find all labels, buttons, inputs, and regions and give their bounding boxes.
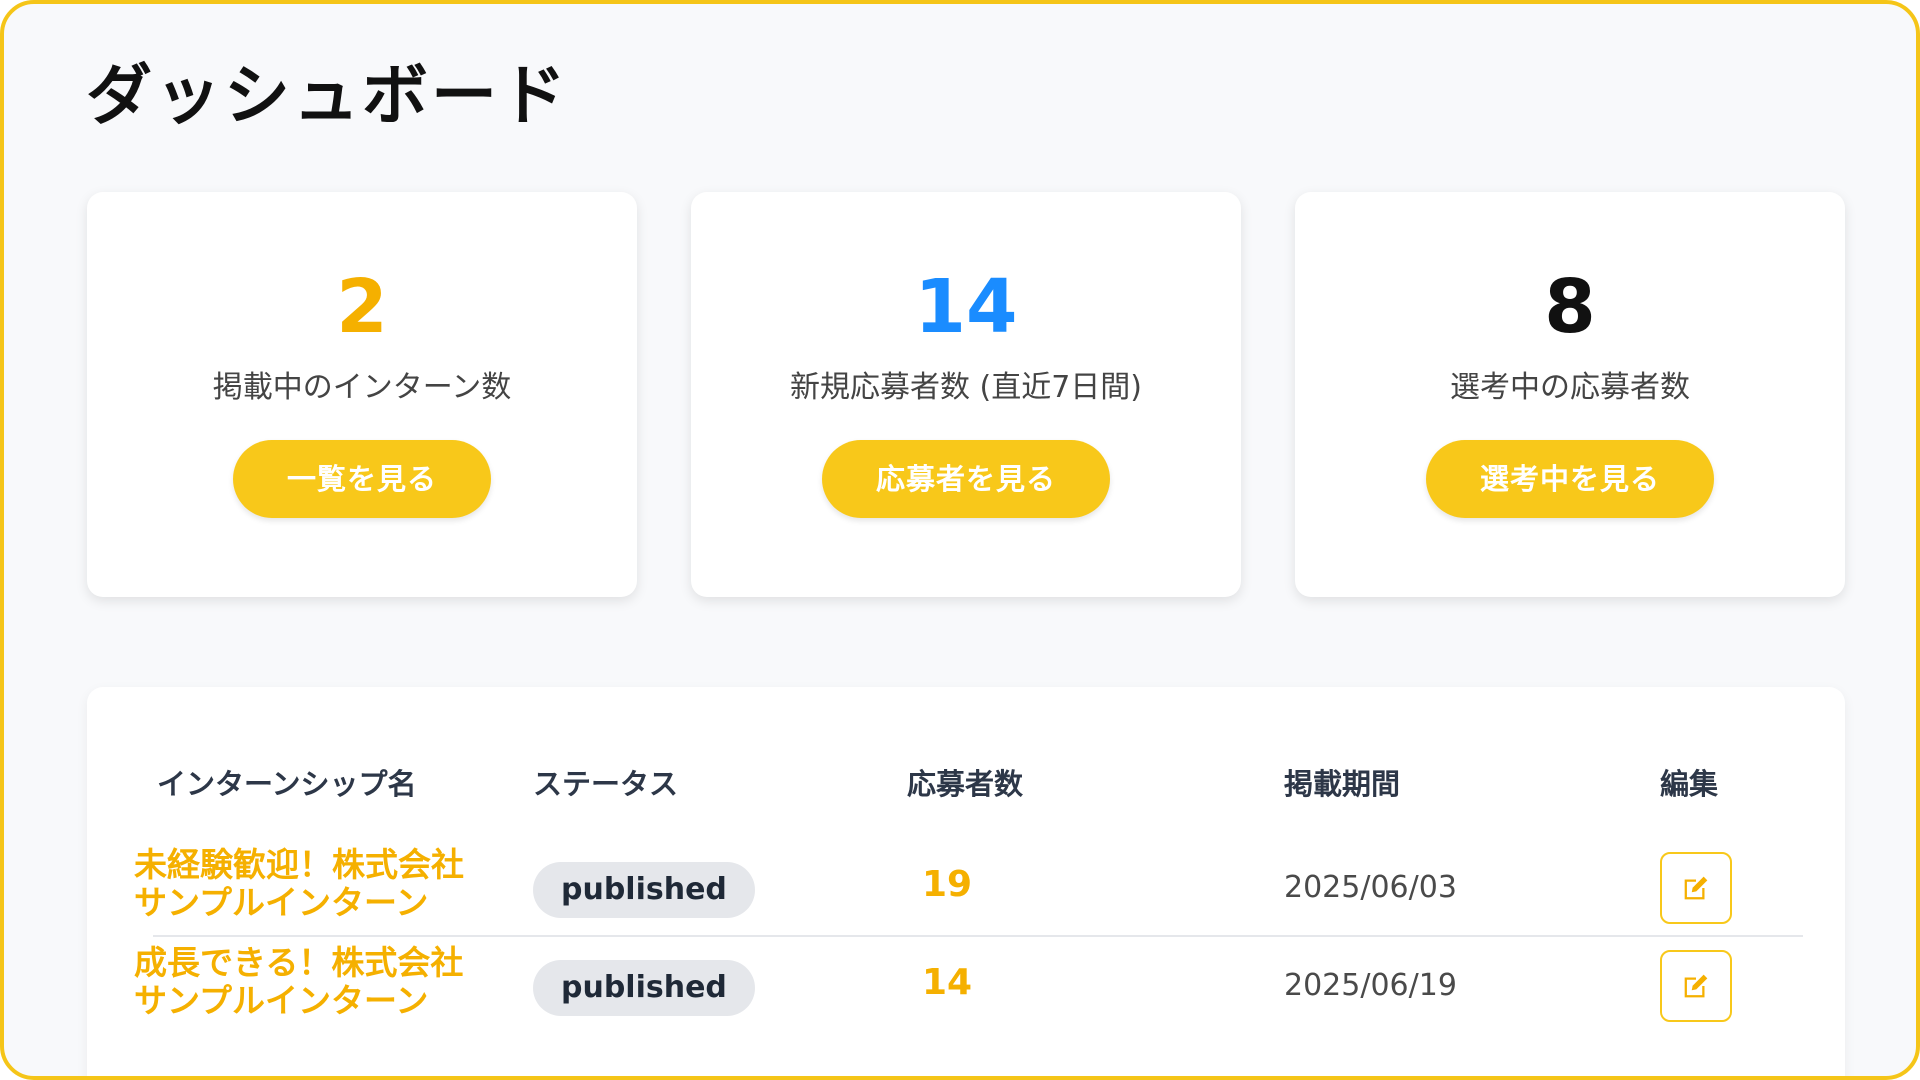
stat-card-internships: 2 掲載中のインターン数 一覧を見る <box>87 192 637 597</box>
stat-card-new-applicants: 14 新規応募者数 (直近7日間) 応募者を見る <box>691 192 1241 597</box>
stat-value: 14 <box>914 264 1018 350</box>
row-divider <box>153 935 1803 937</box>
edit-button[interactable] <box>1660 852 1732 924</box>
stat-value: 2 <box>336 264 388 350</box>
table-row: 未経験歓迎！株式会社 サンプルインターン published 19 2025/0… <box>87 842 1845 938</box>
edit-icon <box>1684 974 1708 998</box>
internship-name-line: サンプルインターン <box>134 883 429 922</box>
applicant-count: 14 <box>921 962 973 1003</box>
internship-name-link[interactable]: 未経験歓迎！株式会社 サンプルインターン <box>134 846 534 922</box>
internship-name-link[interactable]: 成長できる！株式会社 サンプルインターン <box>134 944 534 1020</box>
page-title: ダッシュボード <box>86 57 569 134</box>
header-applicants: 応募者数 <box>907 767 1024 801</box>
internship-name-line: 成長できる！株式会社 <box>134 943 464 982</box>
status-badge: published <box>533 862 755 918</box>
header-edit: 編集 <box>1660 767 1719 801</box>
stat-label: 選考中の応募者数 <box>1450 370 1690 405</box>
stat-card-screening: 8 選考中の応募者数 選考中を見る <box>1295 192 1845 597</box>
status-badge: published <box>533 960 755 1016</box>
posting-date: 2025/06/03 <box>1284 870 1457 905</box>
internship-table: インターンシップ名 ステータス 応募者数 掲載期間 編集 未経験歓迎！株式会社 … <box>87 687 1845 1076</box>
posting-date: 2025/06/19 <box>1284 968 1457 1003</box>
view-applicants-button[interactable]: 応募者を見る <box>821 440 1110 518</box>
edit-button[interactable] <box>1660 950 1732 1022</box>
header-internship-name: インターンシップ名 <box>157 767 417 801</box>
stat-value: 8 <box>1544 264 1596 350</box>
edit-icon <box>1684 876 1708 900</box>
view-screening-button[interactable]: 選考中を見る <box>1425 440 1714 518</box>
header-status: ステータス <box>533 767 679 801</box>
view-list-button[interactable]: 一覧を見る <box>232 440 491 518</box>
applicant-count: 19 <box>921 864 973 905</box>
internship-name-line: サンプルインターン <box>134 981 429 1020</box>
header-period: 掲載期間 <box>1284 767 1401 801</box>
stat-label: 新規応募者数 (直近7日間) <box>789 370 1143 405</box>
stat-label: 掲載中のインターン数 <box>212 370 512 405</box>
table-row: 成長できる！株式会社 サンプルインターン published 14 2025/0… <box>87 940 1845 1036</box>
app-frame: ダッシュボード 2 掲載中のインターン数 一覧を見る 14 新規応募者数 (直近… <box>0 0 1920 1080</box>
internship-name-line: 未経験歓迎！株式会社 <box>134 845 464 884</box>
